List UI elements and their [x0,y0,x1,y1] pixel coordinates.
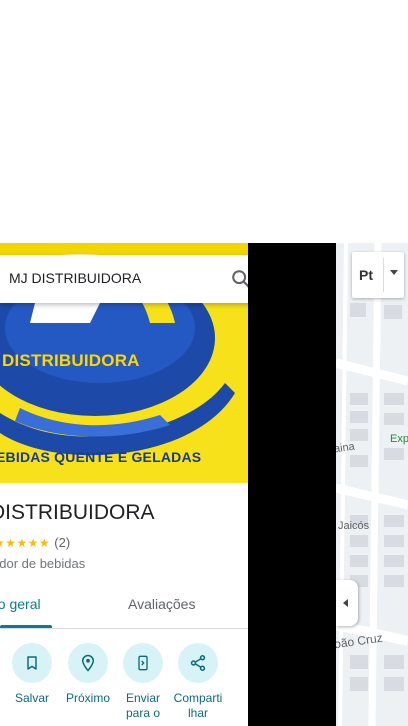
review-count[interactable]: (2) [54,535,70,550]
nearby-button[interactable]: Próximo [60,643,116,706]
blank-area [0,0,408,243]
share-button[interactable]: Comparti lhar [170,643,226,721]
hero-tagline-text: EBIDAS QUENTE E GELADAS [0,449,202,465]
rating-row[interactable]: ★★★★★(2) [0,535,70,550]
nearby-label: Próximo [65,691,110,705]
chevron-left-icon [343,599,348,607]
collapse-panel-button[interactable] [336,580,358,626]
save-button[interactable]: Salvar [4,643,60,706]
send-to-phone-button[interactable]: Enviar para o [115,643,171,721]
tab-overview[interactable]: ão geral [0,596,41,612]
map-label-jaicos: Jaicós [338,520,370,532]
map-streets [336,243,408,726]
layer-label: Pt [359,267,373,283]
action-buttons: Salvar Próximo Enviar para o Comparti lh… [0,643,248,726]
share-label: Comparti lhar [173,691,223,720]
map-label-exp: Exp [390,433,408,445]
layer-divider [383,258,384,292]
bookmark-icon [12,643,52,683]
tab-reviews[interactable]: Avaliações [128,596,195,612]
place-category[interactable]: edor de bebidas [0,556,85,571]
black-gap [248,243,336,726]
hero-brand-text: DISTRIBUIDORA [2,351,140,370]
save-label: Salvar [14,691,49,705]
send-to-phone-label: Enviar para o [125,691,161,720]
search-input[interactable]: MJ DISTRIBUIDORA [9,270,141,286]
place-tabs: ão geral Avaliações [0,584,248,629]
map-canvas[interactable]: aina Exp Jaicós oão Cruz [336,243,408,726]
send-to-phone-icon [123,643,163,683]
chevron-down-icon[interactable] [390,270,398,275]
nearby-icon [68,643,108,683]
star-rating: ★★★★★ [0,536,51,550]
share-icon [178,643,218,683]
active-tab-indicator [0,625,52,628]
layer-language-button[interactable]: Pt [352,252,404,298]
place-title: DISTRIBUIDORA [0,501,155,524]
